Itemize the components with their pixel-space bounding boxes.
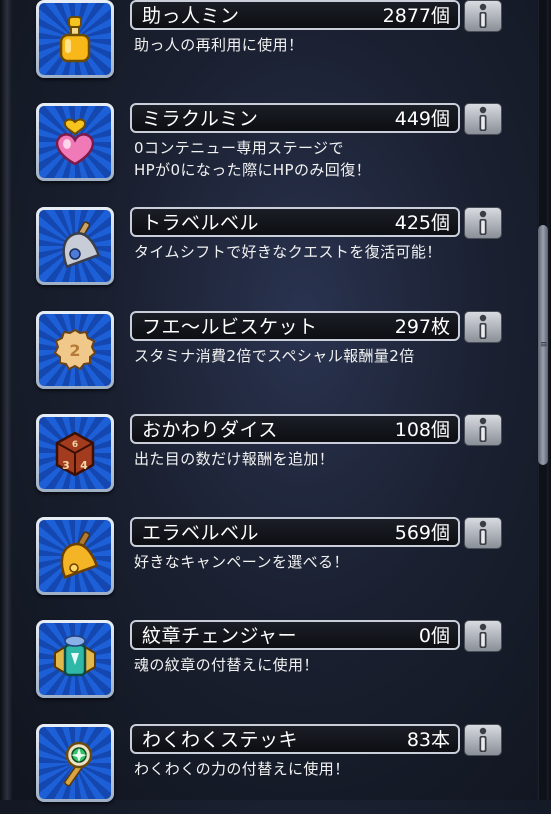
item-description: 魂の紋章の付替えに使用！ bbox=[134, 656, 319, 674]
info-button[interactable] bbox=[464, 414, 502, 446]
list-item[interactable]: 2 フエ～ルビスケット 297枚 スタミナ消費2倍でスペシャル報酬量2倍 bbox=[0, 311, 537, 401]
item-icon-frame bbox=[36, 207, 114, 285]
item-icon-frame bbox=[36, 103, 114, 181]
item-description: 好きなキャンペーンを選べる！ bbox=[134, 553, 349, 571]
biscuit-icon: 2 bbox=[39, 314, 111, 386]
info-icon bbox=[479, 623, 487, 648]
item-description: タイムシフトで好きなクエストを復活可能！ bbox=[134, 243, 442, 261]
emblem-changer-icon bbox=[39, 623, 111, 695]
item-name-bar: トラベルベル 425個 bbox=[130, 207, 460, 237]
potion-bottle-icon bbox=[39, 3, 111, 75]
item-count: 108個 bbox=[394, 419, 450, 441]
info-icon bbox=[479, 3, 487, 28]
item-count: 569個 bbox=[394, 522, 450, 544]
item-name: おかわりダイス bbox=[142, 419, 278, 441]
info-icon bbox=[479, 727, 487, 752]
item-icon-frame bbox=[36, 724, 114, 802]
list-item[interactable]: エラベルベル 569個 好きなキャンペーンを選べる！ bbox=[0, 517, 537, 607]
item-name-bar: フエ～ルビスケット 297枚 bbox=[130, 311, 460, 341]
item-list: 助っ人ミン 2877個 助っ人の再利用に使用！ ミラクルミン 449個 0コンテ bbox=[0, 0, 537, 802]
item-icon-frame bbox=[36, 620, 114, 698]
item-icon-frame: 3 4 6 bbox=[36, 414, 114, 492]
list-item[interactable]: 3 4 6 おかわりダイス 108個 出た目の数だけ報酬を追加！ bbox=[0, 414, 537, 504]
item-count: 0個 bbox=[418, 625, 450, 647]
item-name: フエ～ルビスケット bbox=[142, 316, 318, 338]
item-icon-frame bbox=[36, 0, 114, 78]
item-count: 449個 bbox=[394, 108, 450, 130]
travel-bell-icon bbox=[39, 210, 111, 282]
info-button[interactable] bbox=[464, 0, 502, 32]
item-count: 2877個 bbox=[382, 5, 450, 27]
info-icon bbox=[479, 520, 487, 545]
dice-icon: 3 4 6 bbox=[39, 417, 111, 489]
item-name-bar: おかわりダイス 108個 bbox=[130, 414, 460, 444]
item-description: 出た目の数だけ報酬を追加！ bbox=[134, 450, 335, 468]
info-icon bbox=[479, 210, 487, 235]
item-count: 425個 bbox=[394, 212, 450, 234]
item-description: わくわくの力の付替えに使用！ bbox=[134, 760, 350, 778]
info-button[interactable] bbox=[464, 724, 502, 756]
list-item[interactable]: トラベルベル 425個 タイムシフトで好きなクエストを復活可能！ bbox=[0, 207, 537, 297]
list-item[interactable]: わくわくステッキ 83本 わくわくの力の付替えに使用！ bbox=[0, 724, 537, 814]
item-description: 助っ人の再利用に使用！ bbox=[134, 36, 304, 54]
item-name: トラベルベル bbox=[142, 212, 260, 234]
item-description: スタミナ消費2倍でスペシャル報酬量2倍 bbox=[134, 347, 415, 365]
item-name: エラベルベル bbox=[142, 522, 260, 544]
item-name-bar: わくわくステッキ 83本 bbox=[130, 724, 460, 754]
item-name-bar: エラベルベル 569個 bbox=[130, 517, 460, 547]
info-button[interactable] bbox=[464, 517, 502, 549]
item-name: 紋章チェンジャー bbox=[142, 625, 298, 647]
grip-icon: ≡ bbox=[540, 340, 548, 350]
svg-text:3: 3 bbox=[62, 459, 70, 472]
golden-bell-icon bbox=[39, 520, 111, 592]
svg-text:6: 6 bbox=[72, 440, 78, 450]
info-button[interactable] bbox=[464, 620, 502, 652]
list-item[interactable]: 助っ人ミン 2877個 助っ人の再利用に使用！ bbox=[0, 0, 537, 90]
list-item[interactable]: ミラクルミン 449個 0コンテニュー専用ステージで HPが0になった際にHPの… bbox=[0, 103, 537, 193]
scrollbar-thumb[interactable]: ≡ bbox=[538, 225, 548, 465]
item-description: 0コンテニュー専用ステージで HPが0になった際にHPのみ回復！ bbox=[134, 139, 371, 179]
magic-wand-icon bbox=[39, 727, 111, 799]
info-icon bbox=[479, 106, 487, 131]
heart-potion-icon bbox=[39, 106, 111, 178]
item-icon-frame bbox=[36, 517, 114, 595]
item-name-bar: ミラクルミン 449個 bbox=[130, 103, 460, 133]
info-button[interactable] bbox=[464, 103, 502, 135]
info-icon bbox=[479, 314, 487, 339]
item-name-bar: 紋章チェンジャー 0個 bbox=[130, 620, 460, 650]
svg-text:2: 2 bbox=[69, 341, 80, 360]
item-count: 83本 bbox=[406, 729, 450, 751]
list-item[interactable]: 紋章チェンジャー 0個 魂の紋章の付替えに使用！ bbox=[0, 620, 537, 710]
svg-text:4: 4 bbox=[80, 459, 88, 472]
info-button[interactable] bbox=[464, 311, 502, 343]
item-count: 297枚 bbox=[394, 316, 450, 338]
item-icon-frame: 2 bbox=[36, 311, 114, 389]
info-button[interactable] bbox=[464, 207, 502, 239]
item-name: 助っ人ミン bbox=[142, 5, 240, 27]
item-name: ミラクルミン bbox=[142, 108, 259, 130]
item-name: わくわくステッキ bbox=[142, 729, 299, 751]
item-name-bar: 助っ人ミン 2877個 bbox=[130, 0, 460, 30]
info-icon bbox=[479, 417, 487, 442]
